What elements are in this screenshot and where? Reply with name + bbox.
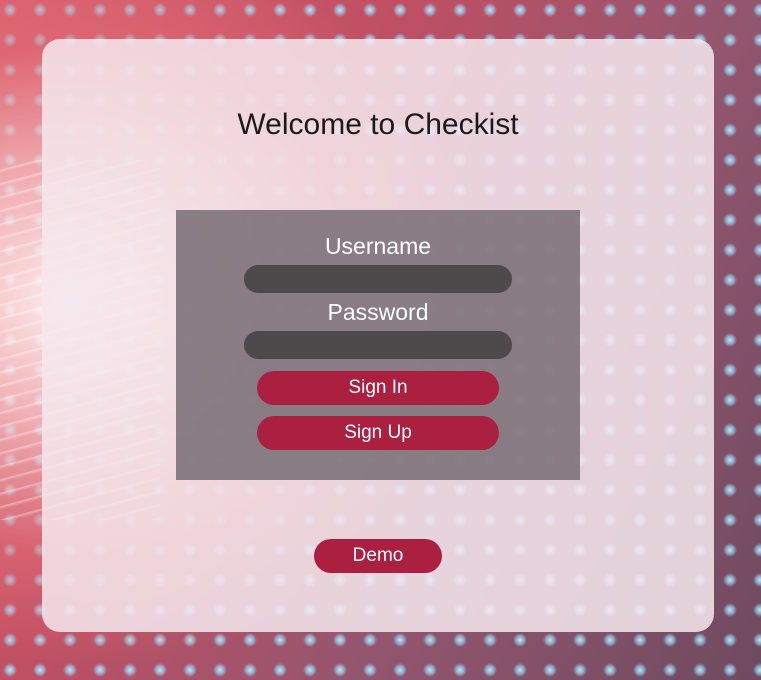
welcome-card: Welcome to Checkist Username Password Si… <box>42 39 714 632</box>
password-input[interactable] <box>244 331 512 359</box>
sign-in-button[interactable]: Sign In <box>257 371 499 405</box>
login-panel: Username Password Sign In Sign Up <box>176 210 580 480</box>
sign-up-button[interactable]: Sign Up <box>257 416 499 450</box>
page-title: Welcome to Checkist <box>237 108 519 141</box>
username-label: Username <box>324 233 432 259</box>
password-label: Password <box>327 299 429 325</box>
demo-button[interactable]: Demo <box>314 539 442 573</box>
username-input[interactable] <box>244 265 512 293</box>
